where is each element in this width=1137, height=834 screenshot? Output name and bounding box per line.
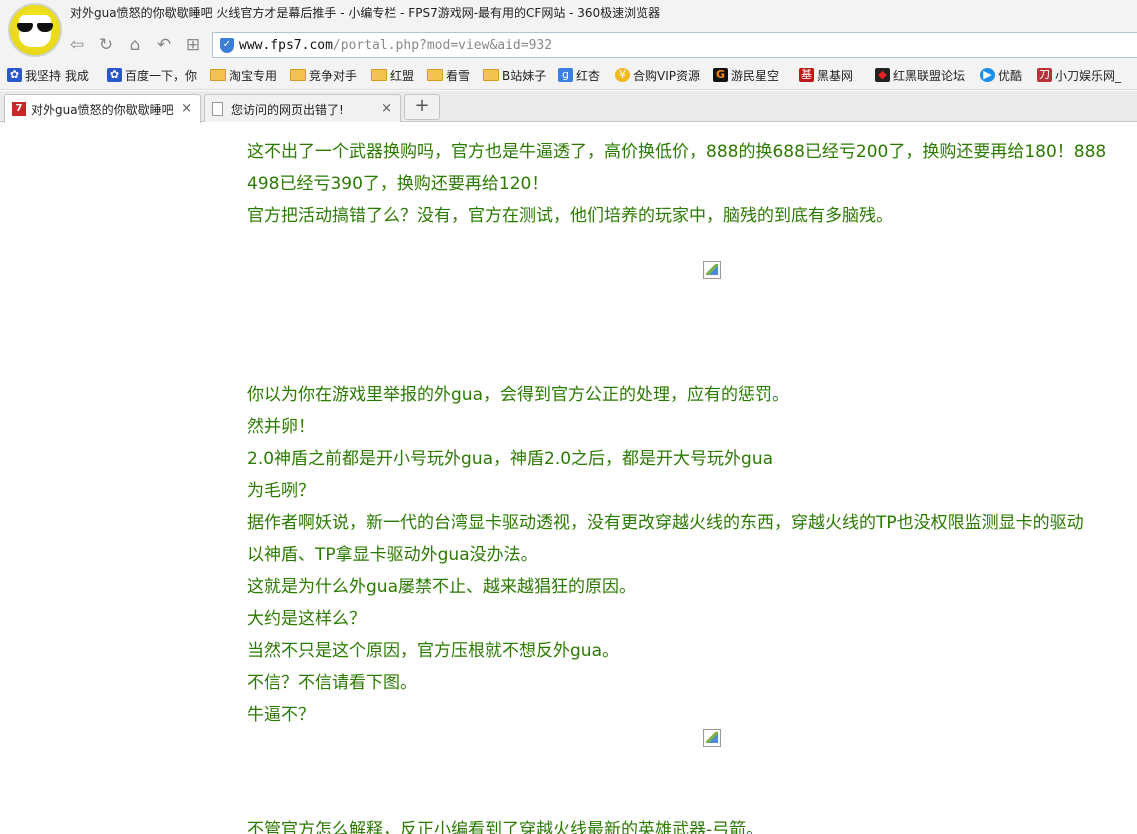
tab-close-icon[interactable]: × [381, 101, 392, 116]
bookmark-label: 合购VIP资源 [633, 68, 700, 83]
article-line: 这就是为什么外gua屡禁不止、越来越猖狂的原因。 [247, 577, 636, 597]
tab-bar: 7 对外gua愤怒的你歇歇睡吧 × 您访问的网页出错了! × + [0, 91, 1137, 123]
apps-grid-icon[interactable]: ⊞ [182, 34, 204, 56]
bookmark-item[interactable]: g 红杏 [558, 67, 600, 83]
bookmark-label: 百度一下，你 [125, 68, 198, 83]
bookmark-label: 优酷 [998, 68, 1023, 83]
article-line: 官方把活动搞错了么？没有，官方在测试，他们培养的玩家中，脑残的到底有多脑残。 [247, 206, 893, 226]
bookmark-label: 游民星空 [731, 68, 780, 83]
bookmark-folder[interactable]: 淘宝专用 [210, 67, 277, 83]
article-line: 498已经亏390了，换购还要再给120！ [247, 174, 549, 194]
tab-close-icon[interactable]: × [181, 101, 192, 116]
tab-label: 您访问的网页出错了! [231, 103, 344, 117]
url-path: /portal.php?mod=view&aid=932 [332, 38, 553, 53]
address-bar[interactable]: ✓ www.fps7.com/portal.php?mod=view&aid=9… [212, 32, 1137, 58]
sunglasses-icon [17, 23, 53, 32]
bookmark-label: 竞争对手 [309, 68, 358, 83]
folder-icon [371, 69, 387, 81]
article-line: 以神盾、TP拿显卡驱动外gua没办法。 [247, 545, 538, 565]
url-host: www.fps7.com [239, 38, 333, 53]
back-icon[interactable]: ⇦ [66, 34, 88, 56]
article-line: 大约是这样么？ [247, 609, 366, 629]
bookmark-item[interactable]: ✿ 百度一下，你 [107, 67, 197, 83]
coin-icon: ¥ [615, 68, 630, 82]
broken-image-icon[interactable] [703, 261, 721, 279]
browser-logo-icon[interactable] [8, 3, 62, 57]
baidu-paw-icon: ✿ [107, 68, 122, 82]
youku-play-icon: ▶ [980, 68, 995, 82]
bookmark-item[interactable]: 基 黑基网 [799, 67, 853, 83]
bookmark-item[interactable]: ✿ 我坚持 我成 [7, 67, 89, 83]
bookmark-folder[interactable]: 红盟 [371, 67, 414, 83]
url-text[interactable]: www.fps7.com/portal.php?mod=view&aid=932 [239, 38, 552, 53]
bookmark-label: 黑基网 [817, 68, 854, 83]
article-line: 牛逼不？ [247, 705, 315, 725]
page-favicon-icon [212, 102, 223, 116]
navigation-bar: ⇦ ↻ ⌂ ↶ ⊞ ✓ www.fps7.com/portal.php?mod=… [0, 30, 1137, 60]
g-icon: g [558, 68, 573, 82]
bookmark-label: B站妹子 [502, 68, 547, 83]
bookmark-item[interactable]: 刀 小刀娱乐网_ [1037, 67, 1121, 83]
undo-close-icon[interactable]: ↶ [153, 34, 175, 56]
bookmark-folder[interactable]: 竞争对手 [290, 67, 357, 83]
folder-icon [427, 69, 443, 81]
bookmark-label: 看雪 [446, 68, 471, 83]
bookmark-label: 红黑联盟论坛 [893, 68, 966, 83]
folder-icon [290, 69, 306, 81]
baidu-paw-icon: ✿ [7, 68, 22, 82]
security-shield-icon[interactable]: ✓ [220, 38, 234, 53]
article-line: 当然不只是这个原因，官方压根就不想反外gua。 [247, 641, 619, 661]
bookmark-item[interactable]: ¥ 合购VIP资源 [615, 67, 700, 83]
title-bar: 对外gua愤怒的你歇歇睡吧 火线官方才是幕后推手 - 小编专栏 - FPS7游戏… [0, 0, 1137, 57]
article-line: 不管官方怎么解释，反正小编看到了穿越火线最新的英雄武器-弓箭。 [247, 820, 764, 834]
tab-label: 对外gua愤怒的你歇歇睡吧 [31, 103, 174, 117]
bookmark-item[interactable]: ◆ 红黑联盟论坛 [875, 67, 965, 83]
bookmark-folder[interactable]: 看雪 [427, 67, 470, 83]
heiji-icon: 基 [799, 68, 814, 82]
fps7-favicon-icon: 7 [12, 102, 26, 116]
refresh-icon[interactable]: ↻ [95, 34, 117, 56]
xiaodao-icon: 刀 [1037, 68, 1052, 82]
bookmark-label: 红盟 [390, 68, 415, 83]
folder-icon [210, 69, 226, 81]
article-line: 不信？不信请看下图。 [247, 673, 417, 693]
article-line: 这不出了一个武器换购吗，官方也是牛逼透了，高价换低价，888的换688已经亏20… [247, 142, 1107, 162]
folder-icon [483, 69, 499, 81]
bookmark-label: 小刀娱乐网_ [1055, 68, 1122, 83]
bookmark-label: 我坚持 我成 [25, 68, 89, 83]
home-icon[interactable]: ⌂ [124, 34, 146, 56]
bookmark-item[interactable]: ▶ 优酷 [980, 67, 1022, 83]
article-line: 为毛咧？ [247, 481, 315, 501]
article-line: 你以为你在游戏里举报的外gua，会得到官方公正的处理，应有的惩罚。 [247, 385, 789, 405]
article-line: 2.0神盾之前都是开小号玩外gua，神盾2.0之后，都是开大号玩外gua [247, 449, 774, 469]
bookmark-label: 红杏 [576, 68, 601, 83]
new-tab-button[interactable]: + [404, 94, 440, 120]
tab-active[interactable]: 7 对外gua愤怒的你歇歇睡吧 × [4, 94, 201, 123]
bookmark-item[interactable]: G 游民星空 [713, 67, 779, 83]
page-content: 这不出了一个武器换购吗，官方也是牛逼透了，高价换低价，888的换688已经亏20… [0, 123, 1137, 834]
shield-icon: ◆ [875, 68, 890, 82]
window-title: 对外gua愤怒的你歇歇睡吧 火线官方才是幕后推手 - 小编专栏 - FPS7游戏… [70, 6, 661, 20]
article-line: 据作者啊妖说，新一代的台湾显卡驱动透视，没有更改穿越火线的东西，穿越火线的TP也… [247, 513, 1084, 533]
article-line: 然并卵！ [247, 417, 315, 437]
broken-image-icon[interactable] [703, 729, 721, 747]
bookmarks-bar: ✿ 我坚持 我成 ✿ 百度一下，你 淘宝专用 竞争对手 红盟 看雪 B站妹子 g… [0, 60, 1137, 90]
gamersky-icon: G [713, 68, 728, 82]
bookmark-label: 淘宝专用 [229, 68, 278, 83]
tab-inactive[interactable]: 您访问的网页出错了! × [204, 94, 401, 122]
bookmark-folder[interactable]: B站妹子 [483, 67, 546, 83]
